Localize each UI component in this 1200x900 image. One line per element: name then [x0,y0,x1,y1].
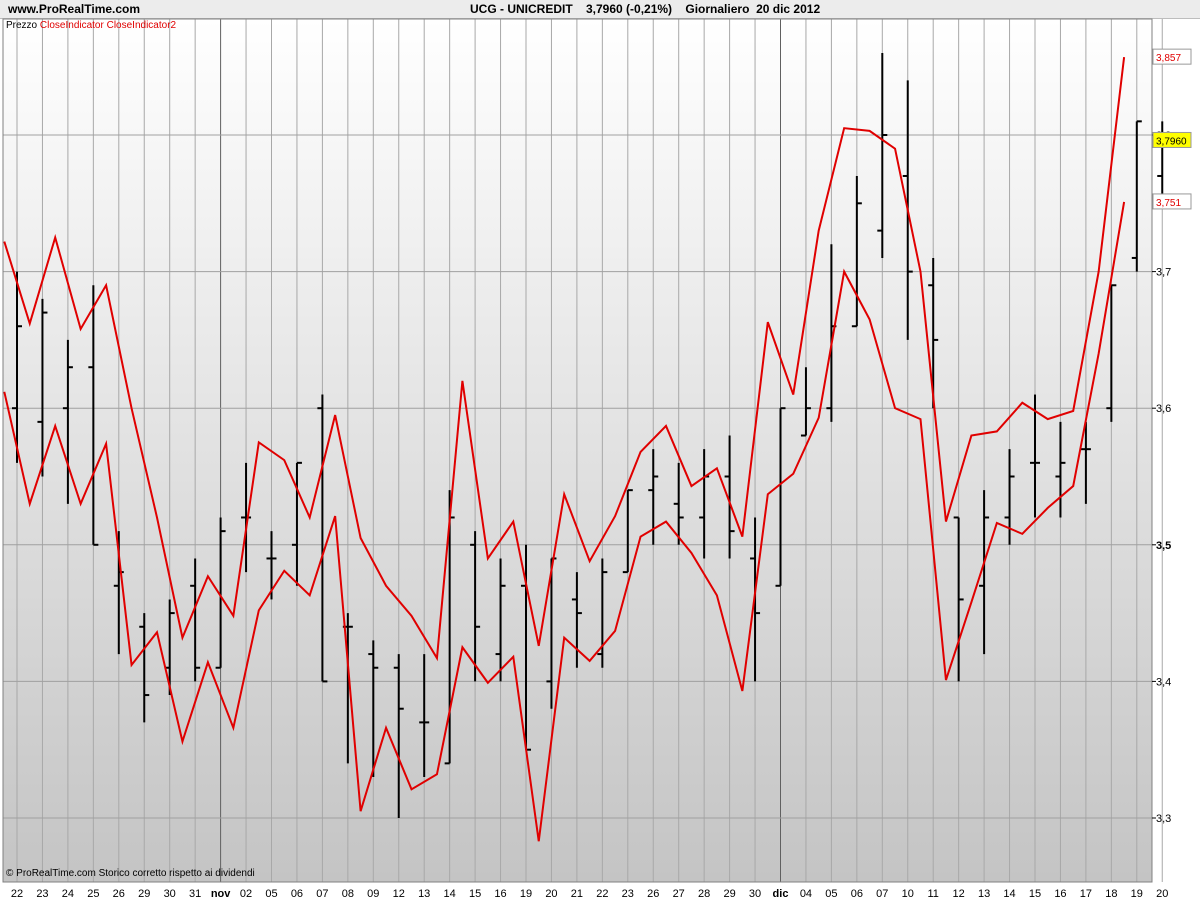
legend-indicator-1: CloseIndicator [39,20,104,31]
x-tick-label: 14 [1003,888,1015,900]
x-tick-label: 13 [418,888,430,900]
x-tick-label: dic [773,888,789,900]
legend: Prezzo CloseIndicator CloseIndicator2 [6,20,176,31]
x-tick-label: 04 [800,888,812,900]
y-tick-label: 3,6 [1156,403,1171,415]
x-tick-label: 08 [342,888,354,900]
x-tick-label: 20 [545,888,557,900]
x-tick-label: 19 [1131,888,1143,900]
x-tick-label: 15 [469,888,481,900]
x-tick-label: 23 [36,888,48,900]
x-tick-label: 17 [1080,888,1092,900]
plot-background [3,19,1152,882]
x-tick-label: 22 [11,888,23,900]
x-tick-label: 30 [749,888,761,900]
x-tick-label: 07 [876,888,888,900]
price-chart[interactable]: 3,33,43,53,63,73,8 2223242526293031nov02… [0,0,1200,900]
y-axis: 3,33,43,53,63,73,8 [1152,130,1171,825]
x-tick-label: 12 [953,888,965,900]
x-tick-label: 02 [240,888,252,900]
lower-indicator-tag-label: 3,751 [1156,198,1181,209]
x-tick-label: 13 [978,888,990,900]
x-tick-label: 16 [1054,888,1066,900]
y-tick-label: 3,4 [1156,676,1171,688]
x-tick-label: 29 [723,888,735,900]
x-tick-label: 29 [138,888,150,900]
x-tick-label: 05 [825,888,837,900]
legend-price: Prezzo [6,20,38,31]
x-tick-label: 15 [1029,888,1041,900]
legend-indicator-2: CloseIndicator2 [106,20,177,31]
x-tick-label: 12 [393,888,405,900]
copyright-note: © ProRealTime.com Storico corretto rispe… [6,868,255,879]
x-tick-label: 19 [520,888,532,900]
x-tick-label: 10 [902,888,914,900]
x-tick-label: 25 [87,888,99,900]
x-tick-label: 11 [927,888,938,900]
x-tick-label: 30 [164,888,176,900]
y-tick-label: 3,7 [1156,267,1171,279]
x-tick-label: 26 [113,888,125,900]
x-axis: 22 23 24 25 26 29 30 31 nov 02 05 06 07 08 09 12 13 14 15 1… [11,888,1169,900]
x-tick-label: 18 [1105,888,1117,900]
y-tick-label: 3,5 [1156,540,1171,552]
x-tick-label: 14 [444,888,456,900]
x-tick-label: 28 [698,888,710,900]
x-tick-label: 09 [367,888,379,900]
upper-indicator-tag-label: 3,857 [1156,53,1181,64]
x-tick-label: nov [211,888,231,900]
x-tick-label: 26 [647,888,659,900]
x-tick-label: 31 [189,888,201,900]
x-tick-label: 20 [1156,888,1168,900]
last-price-tag-label: 3,7960 [1156,136,1187,147]
x-tick-label: 24 [62,888,74,900]
x-tick-label: 27 [673,888,685,900]
x-tick-label: 05 [265,888,277,900]
x-tick-label: 21 [571,888,583,900]
x-tick-label: 06 [851,888,863,900]
x-tick-label: 22 [596,888,608,900]
x-tick-label: 16 [494,888,506,900]
y-tick-label: 3,3 [1156,813,1171,825]
x-tick-label: 23 [622,888,634,900]
x-tick-label: 07 [316,888,328,900]
x-tick-label: 06 [291,888,303,900]
